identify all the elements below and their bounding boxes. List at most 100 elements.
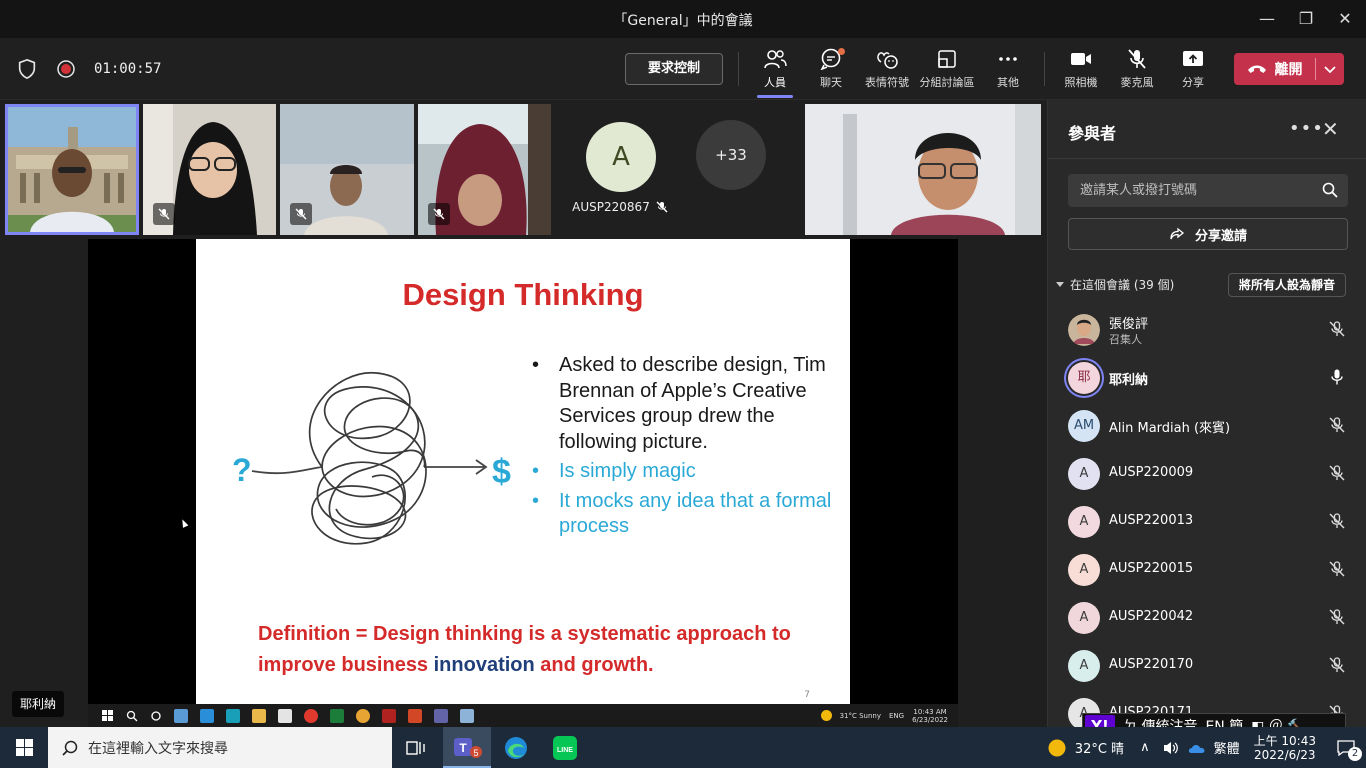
participant-video [805, 104, 1041, 235]
mic-off-icon[interactable] [1328, 656, 1346, 674]
search-icon [62, 740, 78, 756]
mic-off-icon [295, 208, 307, 220]
panel-close-button[interactable]: ✕ [1322, 117, 1339, 141]
participant-row[interactable]: A AUSP220013 [1048, 498, 1366, 546]
reactions-icon [877, 52, 898, 69]
participant-row[interactable]: A AUSP220015 [1048, 546, 1366, 594]
window-title: 「General」中的會議 [613, 13, 753, 29]
tray-weather[interactable]: 32°C 晴 [1075, 738, 1124, 757]
mic-off-icon[interactable] [1328, 560, 1346, 578]
maximize-button[interactable]: ❐ [1289, 6, 1323, 32]
participant-name: 耶利納 [1109, 373, 1149, 388]
taskbar-line-app[interactable]: LINE [541, 727, 589, 768]
question-mark: ? [232, 452, 252, 488]
participant-role: 召集人 [1109, 333, 1142, 346]
participants-panel: 參與者 ••• ✕ 分享邀請 在這個會議 (39 個) 將所有人設為靜音 張俊評… [1047, 100, 1366, 727]
windows-logo-icon [102, 709, 113, 721]
shared-lang: ENG [889, 711, 905, 720]
shared-taskbar: 31°C Sunny ENG 10:43 AM 6/23/2022 [88, 704, 958, 727]
pdf-icon [382, 708, 396, 723]
more-participants-button[interactable]: +33 [696, 120, 766, 190]
close-window-button[interactable]: ✕ [1328, 6, 1362, 32]
slide-definition: Definition = Design thinking is a system… [258, 619, 838, 681]
camera-button[interactable]: 照相機 [1053, 48, 1109, 94]
task-view-button[interactable] [392, 727, 440, 768]
volume-icon[interactable] [1162, 740, 1180, 756]
teams-icon [434, 708, 448, 723]
more-actions-button[interactable]: 其他 [980, 48, 1036, 94]
search-icon[interactable] [1322, 182, 1338, 198]
shield-icon[interactable] [16, 58, 38, 80]
panel-divider [1048, 158, 1366, 159]
sun-icon [820, 710, 832, 721]
microphone-button[interactable]: 麥克風 [1109, 48, 1165, 94]
participant-row[interactable]: A AUSP220170 [1048, 642, 1366, 690]
mic-off-icon[interactable] [1328, 320, 1346, 338]
invite-search-box [1068, 174, 1348, 207]
tray-ime-mode[interactable]: 繁體 [1214, 738, 1240, 757]
people-button[interactable]: 人員 [747, 48, 803, 98]
participant-row[interactable]: 耶 耶利納 [1048, 354, 1366, 402]
taskbar-teams-app[interactable]: T5 [443, 727, 491, 768]
start-button[interactable] [0, 727, 48, 768]
video-tile-avatar[interactable]: A AUSP220867 [560, 104, 680, 235]
participant-row[interactable]: AM Alin Mardiah (來賓) [1048, 402, 1366, 450]
notification-center-button[interactable]: 2 [1326, 727, 1366, 768]
toolbar-divider [738, 52, 739, 86]
task-view-icon [406, 740, 425, 755]
mute-all-button[interactable]: 將所有人設為靜音 [1228, 273, 1346, 297]
share-invite-button[interactable]: 分享邀請 [1068, 218, 1348, 250]
onedrive-icon[interactable] [1188, 741, 1206, 755]
breakout-rooms-icon [938, 50, 956, 68]
shared-screen: Design Thinking ? $ Asked to describe de… [88, 239, 958, 727]
reactions-button[interactable]: 表情符號 [859, 48, 915, 94]
breakout-rooms-button[interactable]: 分組討論區 [919, 48, 975, 94]
avatar: A [1068, 650, 1100, 682]
in-meeting-section-header[interactable]: 在這個會議 (39 個) [1056, 276, 1174, 293]
chevron-up-icon[interactable]: ∧ [1140, 740, 1150, 755]
video-tile-participant[interactable] [143, 104, 276, 235]
taskbar-clock[interactable]: 上午 10:43 2022/6/23 [1254, 734, 1316, 762]
breakout-rooms-label: 分組討論區 [919, 76, 975, 89]
video-tile-presenter[interactable] [805, 104, 1041, 235]
participant-row[interactable]: A AUSP220009 [1048, 450, 1366, 498]
mic-off-icon[interactable] [1328, 464, 1346, 482]
share-button[interactable]: 分享 [1165, 48, 1221, 94]
share-label: 分享 [1182, 76, 1204, 89]
video-tile-participant[interactable] [418, 104, 551, 235]
mic-off-icon[interactable] [1328, 416, 1346, 434]
video-tile-active-speaker[interactable] [5, 104, 139, 235]
request-control-button[interactable]: 要求控制 [625, 53, 723, 85]
taskbar-time: 上午 10:43 [1253, 733, 1316, 748]
people-label: 人員 [764, 76, 786, 89]
participant-row[interactable]: 張俊評 召集人 [1048, 306, 1366, 354]
video-tile-participant[interactable] [280, 104, 414, 235]
slide-title: Design Thinking [402, 277, 644, 312]
microphone-icon[interactable] [1328, 368, 1346, 386]
panel-more-options-button[interactable]: ••• [1289, 118, 1324, 139]
recording-icon [57, 60, 75, 78]
leave-button[interactable]: 離開 [1234, 53, 1315, 85]
mic-off-icon[interactable] [1328, 512, 1346, 530]
leave-options-button[interactable] [1316, 53, 1344, 85]
invite-search-input[interactable] [1068, 174, 1318, 207]
camera-label: 照相機 [1064, 76, 1098, 89]
minimize-button[interactable]: — [1250, 6, 1284, 32]
reactions-label: 表情符號 [865, 76, 909, 89]
panel-title: 參與者 [1068, 124, 1117, 143]
participant-name: AUSP220042 [1109, 609, 1194, 624]
edge-icon [226, 708, 240, 723]
meeting-status: 01:00:57 [16, 56, 161, 82]
taskbar-search-box[interactable]: 在這裡輸入文字來搜尋 [48, 727, 392, 768]
chat-button[interactable]: 聊天 [803, 48, 859, 94]
cortana-icon [151, 710, 161, 721]
app-icon [330, 708, 344, 723]
people-icon [764, 50, 787, 69]
svg-text:LINE: LINE [557, 747, 573, 754]
taskbar-edge-app[interactable] [492, 727, 540, 768]
participant-name: AUSP220170 [1109, 657, 1194, 672]
muted-indicator [428, 203, 450, 225]
participant-row[interactable]: A AUSP220042 [1048, 594, 1366, 642]
taskbar-search-placeholder: 在這裡輸入文字來搜尋 [88, 740, 228, 757]
mic-off-icon[interactable] [1328, 608, 1346, 626]
